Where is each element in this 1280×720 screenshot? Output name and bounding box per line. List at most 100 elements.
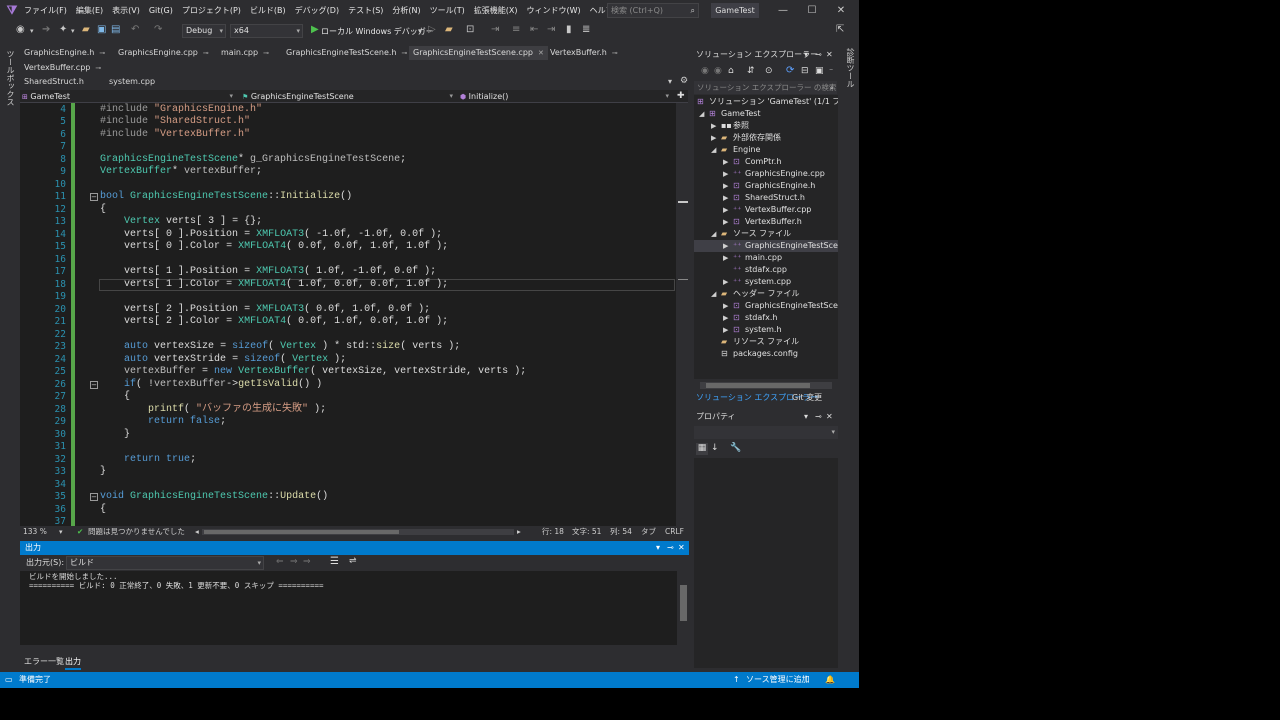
project-dropdown[interactable]: ⊞ GameTest ▾ (22, 90, 236, 103)
outdent-icon[interactable]: ⇤ (530, 24, 538, 35)
tree-item[interactable]: ⊟ packages.config (721, 348, 798, 360)
alphabetical-icon[interactable]: ↓ (711, 443, 719, 453)
navigate-back-icon[interactable]: ◉ (16, 24, 25, 35)
expanded-arrow-icon[interactable]: ◢ (711, 144, 721, 156)
debug-target-dropdown-icon[interactable]: ▾ (418, 27, 422, 35)
collapsed-arrow-icon[interactable]: ▶ (723, 324, 733, 336)
pin-icon[interactable]: ⊸ (263, 49, 269, 57)
line-ending[interactable]: CRLF (665, 526, 684, 538)
tab-graphicsenginetestscene-h[interactable]: GraphicsEngineTestScene.h ⊸ (282, 46, 411, 60)
collapse-all-icon[interactable]: ⊟ (801, 66, 809, 76)
collapsed-arrow-icon[interactable]: ▶ (723, 168, 733, 180)
back-dropdown-icon[interactable]: ▾ (30, 27, 34, 35)
tree-item[interactable]: ◢ ▰ Engine (711, 144, 760, 156)
editor-vertical-scrollbar[interactable] (676, 103, 688, 526)
tree-item[interactable]: ◢ ⊞ GameTest (699, 108, 761, 120)
menu-extensions[interactable]: 拡張機能(X) (474, 5, 518, 16)
minimize-button[interactable]: — (768, 0, 798, 21)
indent-mode[interactable]: タブ (641, 526, 656, 538)
live-share-icon[interactable]: ⇱ (836, 24, 844, 35)
pin-icon[interactable]: ⊸ (402, 49, 408, 57)
tree-item[interactable]: ▶ ⁺⁺ system.cpp (723, 276, 791, 288)
scroll-right-icon[interactable]: ▸ (517, 526, 521, 538)
step-icon[interactable]: ⇥ (491, 24, 499, 35)
tree-item[interactable]: ▶ ⁺⁺ GraphicsEngine.cpp (723, 168, 825, 180)
solution-explorer-search[interactable]: ソリューション エクスプローラー の検索 ( ⌕ (694, 81, 837, 105)
menu-file[interactable]: ファイル(F) (24, 5, 67, 16)
tree-item[interactable]: ⊞ ソリューション 'GameTest' (1/1 プロジェ (697, 96, 838, 108)
solution-tree[interactable]: ⊞ソリューション 'GameTest' (1/1 プロジェ ◢⊞GameTest… (694, 95, 838, 379)
open-folder-icon[interactable]: ▰ (445, 24, 453, 35)
menu-edit[interactable]: 編集(E) (76, 5, 103, 16)
collapsed-arrow-icon[interactable]: ▶ (723, 276, 733, 288)
issues-status[interactable]: 問題は見つかりませんでした (88, 526, 185, 538)
home-icon[interactable]: ⌂ (728, 66, 734, 76)
pin-icon[interactable]: ⊸ (815, 410, 822, 424)
close-icon[interactable]: ✕ (678, 541, 685, 555)
panel-menu-icon[interactable]: ▾ (656, 541, 660, 555)
pin-icon[interactable]: ⊸ (667, 541, 674, 555)
tree-item[interactable]: ▶ ⁺⁺ main.cpp (723, 252, 782, 264)
collapsed-arrow-icon[interactable]: ▶ (723, 252, 733, 264)
pin-icon[interactable]: ⊸ (95, 64, 101, 72)
new-item-dropdown-icon[interactable]: ▾ (71, 27, 75, 35)
menu-analyze[interactable]: 分析(N) (392, 5, 420, 16)
start-without-debugging-icon[interactable]: ▷ (428, 24, 436, 35)
sync-icon[interactable]: ⟳ (786, 65, 794, 76)
tree-item[interactable]: ▶ ⊡ GraphicsEngine.h (723, 180, 815, 192)
menu-build[interactable]: ビルド(B) (250, 5, 286, 16)
previous-message-icon[interactable]: ⇒ (303, 557, 311, 567)
tab-vertexbuffer-h[interactable]: VertexBuffer.h ⊸ (546, 46, 622, 60)
start-debugging-button[interactable]: ローカル Windows デバッガー (321, 26, 434, 37)
find-message-icon[interactable]: ⇐ (276, 557, 284, 567)
split-editor-icon[interactable]: ✚ (677, 90, 685, 103)
tree-item[interactable]: ▶⊡ GraphicsEngineTestScene.h (723, 300, 838, 312)
property-pages-icon[interactable]: 🔧 (730, 443, 741, 453)
menu-window[interactable]: ウィンドウ(W) (527, 5, 581, 16)
tab-main-cpp[interactable]: main.cpp ⊸ (217, 46, 273, 60)
tree-item[interactable]: ▶ ▪▪参照 (711, 120, 749, 132)
panel-menu-icon[interactable]: ▾ (804, 410, 808, 424)
pin-icon[interactable]: ⊸ (612, 49, 618, 57)
tree-item[interactable]: ▶ ⊡ ComPtr.h (723, 156, 781, 168)
save-all-icon[interactable]: ▤ (111, 24, 120, 35)
bookmark-icon[interactable]: ▮ (566, 24, 572, 35)
pin-icon[interactable]: ⊸ (815, 48, 822, 62)
back-icon[interactable]: ◉ (701, 66, 709, 76)
categorized-icon[interactable]: ▦ (696, 443, 708, 455)
collapsed-arrow-icon[interactable]: ▶ (723, 192, 733, 204)
collapsed-arrow-icon[interactable]: ▶ (711, 120, 721, 132)
start-debugging-icon[interactable]: ▶ (311, 24, 319, 35)
indent-icon[interactable]: ⇥ (547, 24, 555, 35)
expanded-arrow-icon[interactable]: ◢ (711, 288, 721, 300)
menu-tools[interactable]: ツール(T) (430, 5, 465, 16)
tree-item[interactable]: ◢ ▰ ヘッダー ファイル (711, 288, 800, 300)
save-icon[interactable]: ▣ (97, 24, 106, 35)
zoom-level[interactable]: 133 % (23, 526, 47, 538)
navigate-forward-icon[interactable]: ➔ (42, 24, 50, 35)
tree-item[interactable]: ▶ ⊡ system.h (723, 324, 782, 336)
solution-platform-select[interactable]: x64 ▾ (230, 24, 303, 38)
tree-item[interactable]: ⁺⁺ stdafx.cpp (733, 264, 787, 276)
align-left-icon[interactable]: ≡ (512, 24, 520, 35)
clear-all-icon[interactable]: ☰ (330, 556, 339, 567)
solution-tree-horizontal-scrollbar[interactable] (700, 382, 832, 389)
tree-item[interactable]: ▶ ⊡ SharedStruct.h (723, 192, 805, 204)
tree-item[interactable]: ▶ ⊡ stdafx.h (723, 312, 777, 324)
scrollbar-thumb[interactable] (706, 383, 810, 388)
chevron-up-icon[interactable]: ˄ (804, 672, 808, 688)
settings-gear-icon[interactable]: ⚙ (680, 76, 688, 86)
new-item-icon[interactable]: ✦ (59, 24, 67, 35)
solution-configuration-select[interactable]: Debug ▾ (182, 24, 226, 38)
redo-icon[interactable]: ↷ (154, 24, 162, 35)
editor-horizontal-scrollbar[interactable] (202, 529, 514, 535)
tree-item-selected[interactable]: ▶⁺⁺GraphicsEngineTestScene.cpp (694, 240, 838, 252)
maximize-button[interactable]: ☐ (797, 0, 827, 21)
comment-icon[interactable]: ≣ (582, 24, 590, 35)
menu-git[interactable]: Git(G) (149, 6, 173, 15)
collapsed-arrow-icon[interactable]: ▶ (711, 132, 721, 144)
tree-item[interactable]: ▶ ▰ 外部依存関係 (711, 132, 781, 144)
notifications-bell-icon[interactable]: 🔔 (825, 672, 835, 688)
tab-git-changes[interactable]: Git 変更 (792, 391, 822, 405)
output-vertical-scrollbar[interactable] (677, 571, 689, 645)
